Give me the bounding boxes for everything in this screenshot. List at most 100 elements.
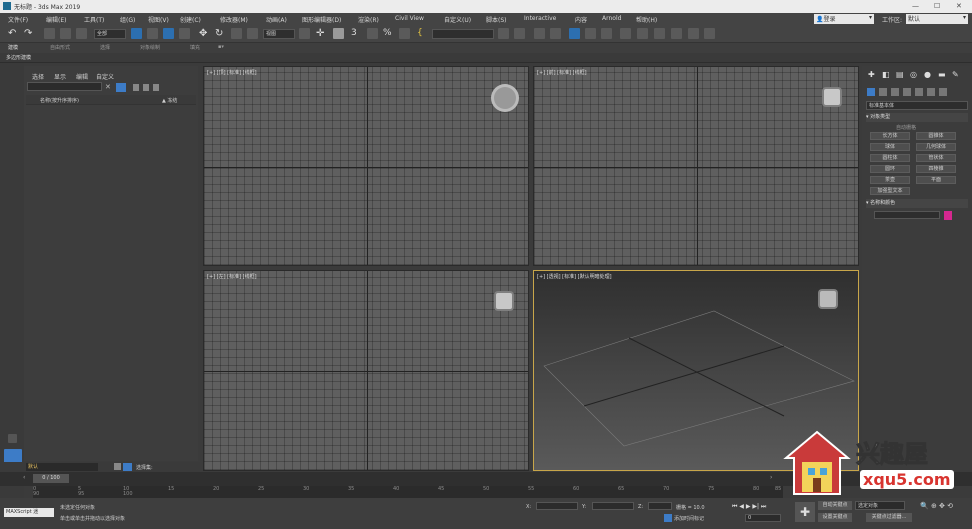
tab-modeling[interactable]: 建模 [8,44,18,51]
key-filters-button[interactable]: 关键点过滤器... [866,513,912,522]
display-tab-icon[interactable]: ● [924,70,931,79]
tube-button[interactable]: 管状体 [916,154,956,162]
menu-civil-view[interactable]: Civil View [395,15,424,22]
autogrid-checkbox[interactable]: 自动栅格 [896,124,916,131]
viewport-label[interactable]: [+] [左] [标准] [线框] [207,273,257,280]
ribbon-subtag[interactable]: 多边形建模 [6,54,31,61]
layer-settings-icon[interactable] [114,463,121,470]
place-icon[interactable] [247,28,258,39]
textplus-button[interactable]: 加强型文本 [870,187,910,195]
undo-icon[interactable]: ↶ [8,28,19,39]
close-button[interactable]: ✕ [956,2,962,10]
percent-snap-icon[interactable]: % [383,28,394,39]
menu-interactive[interactable]: Interactive [524,15,556,22]
link-icon[interactable] [44,28,55,39]
add-time-tag[interactable]: 添加时间标记 [674,515,704,522]
menu-content[interactable]: 内容 [575,15,587,24]
cylinder-button[interactable]: 圆柱体 [870,154,910,162]
viewport-top[interactable]: [+] [顶] [标准] [线框] [203,66,529,266]
lock-icon[interactable] [133,84,139,91]
rendered-frame-icon[interactable] [637,28,648,39]
scene-search-input[interactable] [27,82,102,91]
rollout-object-type[interactable]: ▾ 对象类型 [866,113,968,122]
cameras-icon[interactable] [903,88,911,96]
create-tab-icon[interactable]: ✚ [868,70,875,79]
scale-icon[interactable] [231,28,242,39]
select-manipulate-icon[interactable]: ✛ [316,28,327,39]
utilities-tab-icon[interactable]: ▬ [938,70,946,79]
lights-icon[interactable] [891,88,899,96]
scene-menu-customize[interactable]: 自定义 [96,72,114,81]
time-slider-handle[interactable]: 0 / 100 [33,474,69,483]
render-setup-icon[interactable] [620,28,631,39]
playback-controls[interactable]: ⏮ ◀ ▶ ▶| ⏭ [732,503,766,511]
tab-selection[interactable]: 选择 [100,44,110,51]
scene-menu-display[interactable]: 显示 [54,72,66,81]
sphere-button[interactable]: 球体 [870,143,910,151]
helpers-icon[interactable] [915,88,923,96]
mirror-icon[interactable] [498,28,509,39]
tab-object-paint[interactable]: 对象绘制 [140,44,160,51]
rectangular-selection-icon[interactable] [163,28,174,39]
scene-menu-edit[interactable]: 编辑 [76,72,88,81]
viewport-left[interactable]: [+] [左] [标准] [线框] [203,270,529,471]
rotate-icon[interactable]: ↻ [215,28,226,39]
selection-set-icon[interactable] [123,463,132,471]
systems-icon[interactable] [939,88,947,96]
curve-editor-icon[interactable] [569,28,580,39]
menu-help[interactable]: 帮助(H) [636,15,657,24]
category-dropdown[interactable]: 标准基本体 [866,101,968,110]
next-frame-icon[interactable]: › [770,474,772,481]
workspace-dropdown[interactable]: 默认 ▾ [906,14,968,24]
filter-funnel-icon[interactable] [116,83,126,92]
menu-create[interactable]: 创建(C) [180,15,201,24]
viewport-front[interactable]: [+] [前] [标准] [线框] [533,66,859,266]
viewport-label[interactable]: [+] [前] [标准] [线框] [537,69,587,76]
snaps-toggle-icon[interactable]: 3 [351,28,362,39]
object-color-swatch[interactable] [944,211,952,220]
bind-spacewarp-icon[interactable] [76,28,87,39]
select-object-icon[interactable] [131,28,142,39]
selection-filter-dropdown[interactable]: 全部 [94,29,126,39]
column-name[interactable]: 名称(按升序排序) [40,97,79,104]
ribbon-options-icon[interactable]: ▪▾ [218,44,224,50]
current-frame-input[interactable]: 0 [745,514,781,522]
hierarchy-tab-icon[interactable]: ▤ [896,70,904,79]
torus-button[interactable]: 圆环 [870,165,910,173]
material-editor-icon[interactable] [601,28,612,39]
move-icon[interactable]: ✥ [199,28,210,39]
maximize-button[interactable]: ☐ [934,2,940,10]
y-coord-input[interactable] [592,502,634,510]
modify-tab-icon[interactable]: ◧ [882,70,890,79]
wrench-icon[interactable]: ✎ [952,70,959,79]
keyboard-shortcut-override-icon[interactable] [333,28,344,39]
edit-named-selection-icon[interactable]: { [417,28,428,39]
viewcube-icon[interactable] [496,293,512,309]
auto-key-button[interactable]: 自动关键点 [818,501,852,510]
select-by-name-icon[interactable] [147,28,158,39]
prev-frame-icon[interactable]: ‹ [23,474,25,481]
menu-scripting[interactable]: 脚本(S) [486,15,507,24]
viewcube-icon[interactable] [494,87,516,109]
menu-edit[interactable]: 编辑(E) [46,15,66,24]
menu-customize[interactable]: 自定义(U) [444,15,471,24]
menu-views[interactable]: 视图(V) [148,15,169,24]
menu-rendering[interactable]: 渲染(R) [358,15,379,24]
spacewarps-icon[interactable] [927,88,935,96]
menu-tools[interactable]: 工具(T) [84,15,104,24]
toggle-ribbon-icon[interactable] [550,28,561,39]
expand-panel-icon[interactable] [8,434,17,443]
menu-modifiers[interactable]: 修改器(M) [220,15,248,24]
angle-snap-icon[interactable] [367,28,378,39]
teapot-button[interactable]: 茶壶 [870,176,910,184]
motion-tab-icon[interactable]: ◎ [910,70,917,79]
tab-populate[interactable]: 填充 [190,44,200,51]
scene-menu-select[interactable]: 选择 [32,72,44,81]
minimize-button[interactable]: — [912,2,919,10]
render-iterative-icon[interactable] [671,28,682,39]
key-selection-dropdown[interactable]: 选定对象 [855,501,905,510]
unlink-icon[interactable] [60,28,71,39]
a360-gallery-icon[interactable] [704,28,715,39]
x-coord-input[interactable] [536,502,578,510]
layer-dropdown[interactable]: 默认 [26,463,98,471]
